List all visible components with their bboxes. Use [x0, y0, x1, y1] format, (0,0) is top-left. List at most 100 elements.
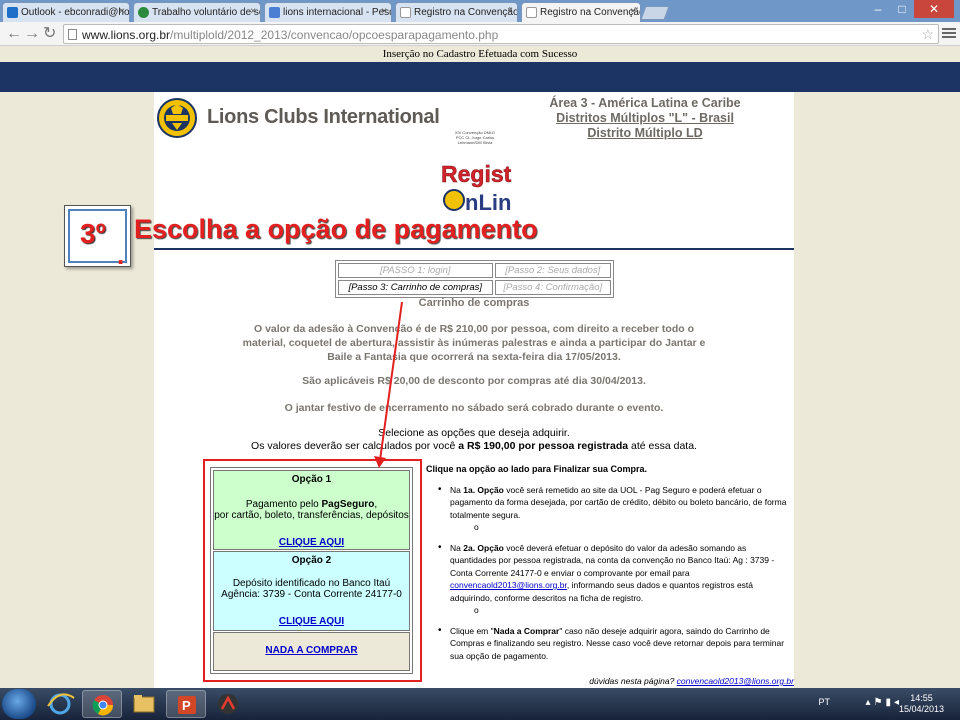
clock-time: 14:55 [910, 693, 933, 703]
close-icon[interactable]: × [250, 6, 256, 17]
annotation-title: Escolha a opção de pagamento [134, 214, 538, 244]
browser-toolbar: ← → ↻ www.lions.org.br/multiplold/2012_2… [0, 22, 960, 46]
tab-registro-1[interactable]: Registro na Convenção Dl × [395, 2, 518, 22]
caption-line: PCC CL Jorge Carlos Lehmann/DM Silvia [455, 135, 495, 145]
chrome-icon [92, 695, 114, 716]
network-icon[interactable]: ▮ [885, 697, 894, 708]
page-icon [400, 7, 411, 18]
convention-caption: XIV Convenção DMLD PCC CL Jorge Carlos L… [444, 130, 506, 145]
district-line: Distrito Múltiplo LD [587, 126, 703, 140]
page-icon [526, 7, 537, 18]
clock[interactable]: 14:55 15/04/2013 [899, 693, 944, 715]
help-line: dúvidas nesta página? convencaold2013@li… [426, 676, 794, 686]
forward-arrow-icon[interactable]: → [24, 25, 40, 43]
sub-bullet: o [474, 522, 479, 532]
lions-logo-icon [443, 189, 465, 211]
start-button[interactable] [2, 689, 36, 719]
close-icon[interactable]: × [630, 6, 636, 17]
flag-icon[interactable]: ⚑ [873, 697, 885, 708]
tab-label: Trabalho voluntário de se [152, 7, 261, 18]
values-highlight: a R$ 190,00 por pessoa registrada [458, 440, 629, 452]
maximize-icon[interactable]: □ [890, 0, 914, 18]
powerpoint-icon: P [178, 696, 196, 714]
registro-logo-top: Registro [441, 161, 512, 187]
item-text: Na [450, 484, 464, 495]
instructions-heading: Clique na opção ao lado para Finalizar s… [426, 464, 648, 474]
tab-registro-2[interactable]: Registro na Convenção Dl × [521, 2, 641, 22]
discount-paragraph: São aplicáveis R$ 20,00 de desconto por … [302, 375, 646, 387]
help-email-link[interactable]: convencaold2013@lions.org.br [677, 676, 794, 686]
internet-explorer-icon [47, 693, 75, 715]
step-dot: . [117, 240, 125, 270]
windows-taskbar: P PT ▴⚑▮◂ 14:55 15/04/2013 [0, 688, 960, 720]
menu-icon[interactable] [942, 26, 956, 40]
list-item: Na 2a. Opção você deverá efetuar o depós… [438, 542, 792, 617]
step-4: [Passo 4: Confirmação] [494, 280, 611, 295]
values-text: até essa data. [631, 440, 697, 452]
reload-icon[interactable]: ↻ [43, 25, 56, 43]
annotation-arrow-icon [374, 301, 403, 468]
clock-date: 15/04/2013 [898, 704, 944, 714]
help-text: dúvidas nesta página? [589, 676, 677, 686]
browser-tab-strip: Outlook - ebconradi@hot × Trabalho volun… [0, 0, 960, 22]
url-path: /multiplold/2012_2013/convencao/opcoespa… [170, 28, 499, 42]
taskbar-explorer[interactable] [124, 690, 164, 718]
back-arrow-icon[interactable]: ← [6, 25, 22, 43]
tray-icons: ▴⚑▮◂ [865, 697, 902, 708]
address-bar[interactable]: www.lions.org.br/multiplold/2012_2013/co… [63, 24, 939, 44]
tab-label: Registro na Convenção Dl [540, 7, 641, 18]
price-paragraph: O valor da adesão à Convenção é de R$ 21… [242, 323, 706, 363]
step-1: [PASSO 1: login] [338, 263, 493, 278]
step-2: [Passo 2: Seus dados] [494, 263, 611, 278]
bookmark-star-icon[interactable]: ☆ [921, 26, 934, 43]
step-number: 3º [80, 218, 106, 249]
select-instruction: Selecione as opções que deseja adquirir. [378, 427, 570, 439]
cart-title: Carrinho de compras [418, 297, 530, 309]
acrobat-icon [218, 694, 238, 714]
taskbar-acrobat[interactable] [208, 690, 248, 718]
highlight-box [203, 459, 422, 682]
close-icon[interactable]: × [119, 6, 125, 17]
instructions-column: Clique na opção ao lado para Finalizar s… [426, 463, 792, 662]
district-line: Distritos Múltiplos "L" - Brasil [556, 111, 734, 125]
item-text: Clique em " [450, 625, 494, 636]
item-bold: Nada a Comprar [493, 625, 560, 636]
tab-label: Registro na Convenção Dl [414, 7, 518, 18]
close-icon[interactable]: × [381, 6, 387, 17]
item-bold: 1a. Opção [463, 484, 504, 495]
values-text: Os valores deverão ser calculados por vo… [251, 440, 456, 452]
taskbar-ie[interactable] [40, 690, 80, 718]
google-icon [269, 7, 280, 18]
registro-logo-bottom: nLine [465, 190, 512, 215]
minimize-icon[interactable]: – [866, 0, 890, 18]
tab-outlook[interactable]: Outlook - ebconradi@hot × [2, 2, 130, 22]
svg-text:P: P [182, 698, 191, 713]
taskbar-chrome[interactable] [82, 690, 122, 718]
instructions-list: Na 1a. Opção você será remetido ao site … [426, 484, 792, 663]
new-tab-button[interactable] [640, 6, 670, 20]
item-text: Na [450, 542, 464, 553]
tab-trabalho-voluntario[interactable]: Trabalho voluntário de se × [133, 2, 261, 22]
lions-logo-icon [157, 98, 197, 138]
list-item: Na 1a. Opção você será remetido ao site … [438, 484, 792, 534]
tab-label: Outlook - ebconradi@hot [21, 7, 130, 18]
step-3-current: [Passo 3: Carrinho de compras] [338, 280, 493, 295]
system-tray: PT ▴⚑▮◂ 14:55 15/04/2013 [760, 688, 960, 720]
success-message: Inserção no Cadastro Efetuada com Sucess… [0, 46, 960, 62]
window-controls: – □ ✕ [866, 0, 954, 18]
step-indicator: [PASSO 1: login] [Passo 2: Seus dados] [… [335, 260, 614, 298]
tab-google-search[interactable]: lions internacional - Pesq × [264, 2, 392, 22]
language-indicator[interactable]: PT [818, 697, 830, 707]
area-line: Área 3 - América Latina e Caribe [549, 96, 741, 110]
taskbar-powerpoint[interactable]: P [166, 690, 206, 718]
page-icon [68, 29, 77, 40]
dinner-paragraph: O jantar festivo de encerramento no sába… [284, 402, 664, 414]
close-icon[interactable]: × [507, 6, 513, 17]
site-icon [138, 7, 149, 18]
outlook-icon [7, 7, 18, 18]
registro-online-logo: Registro nLine [441, 161, 512, 215]
email-link[interactable]: convencaold2013@lions.org.br [450, 580, 567, 590]
sub-bullet: o [474, 605, 479, 615]
close-window-icon[interactable]: ✕ [914, 0, 954, 18]
divider [154, 248, 794, 250]
